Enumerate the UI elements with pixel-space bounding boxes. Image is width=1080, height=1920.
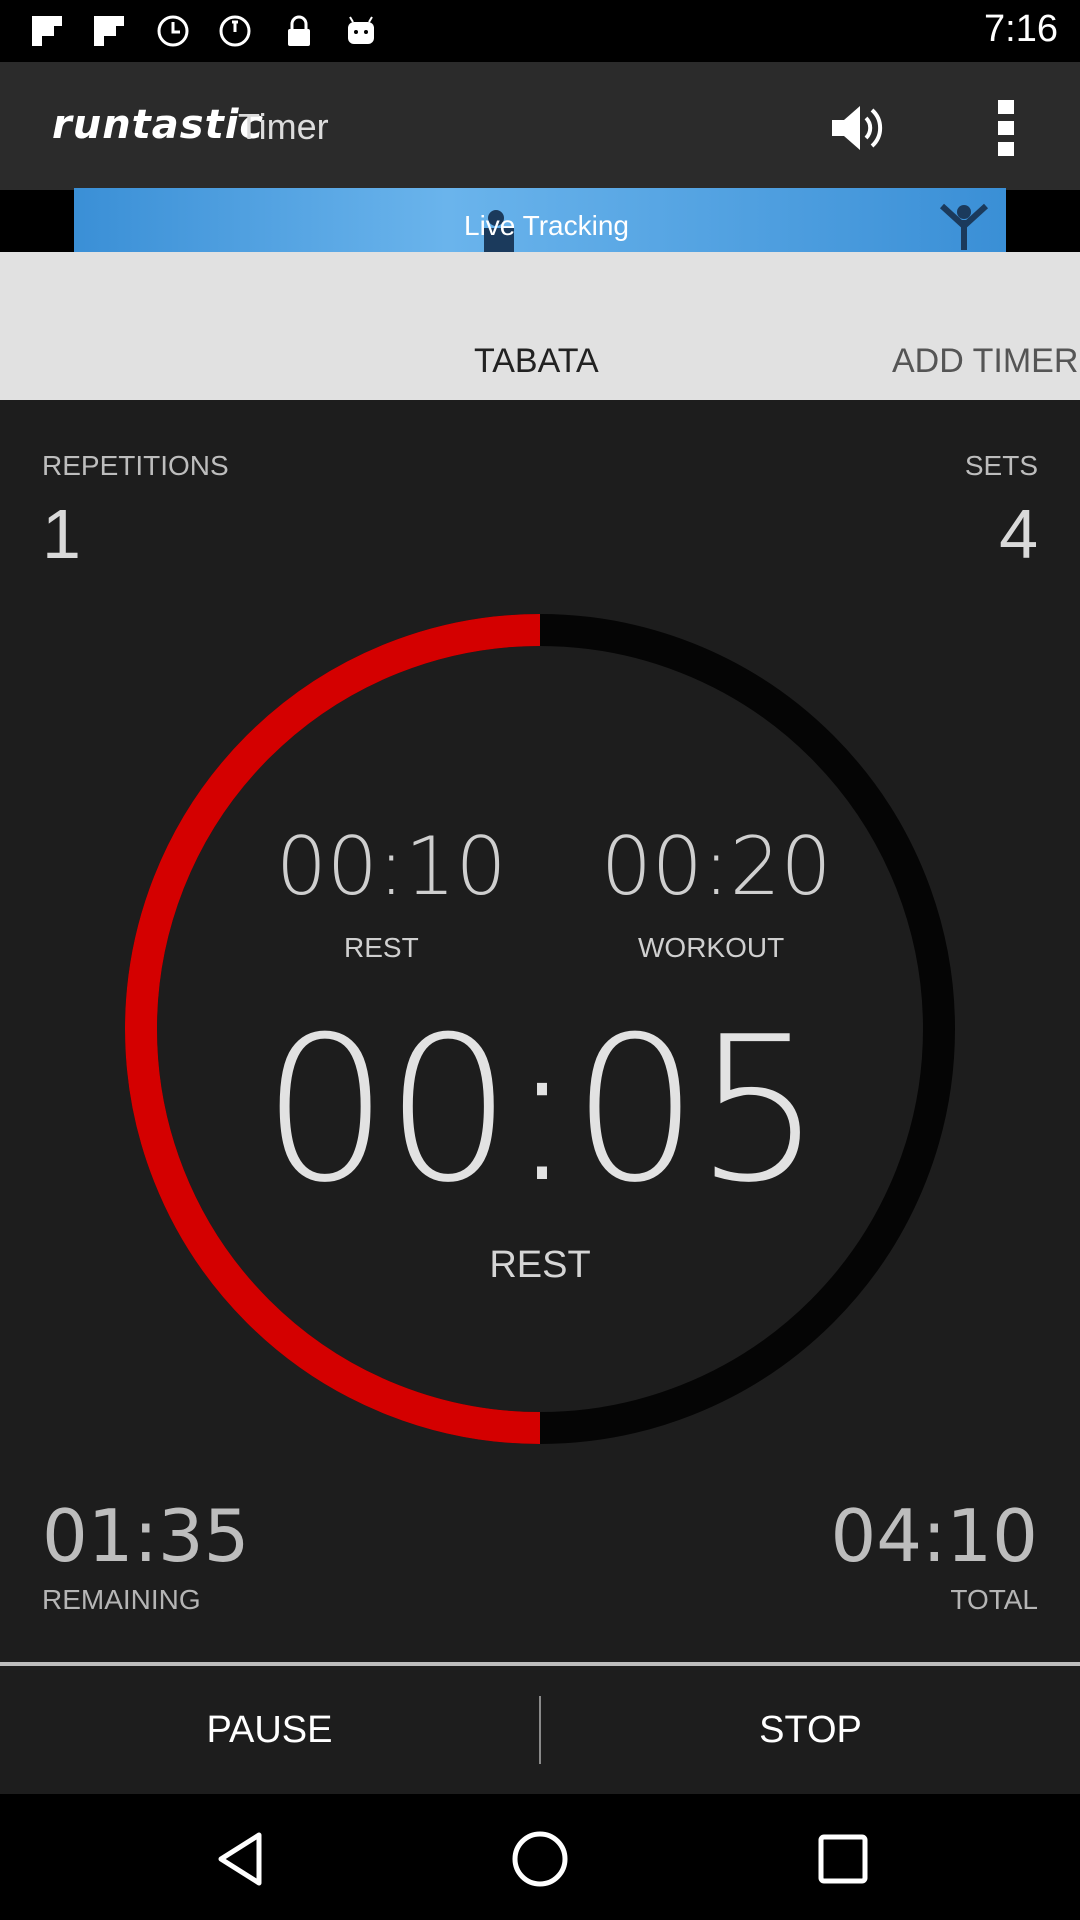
home-button[interactable]	[505, 1824, 575, 1894]
home-icon	[512, 1831, 568, 1887]
overflow-menu-icon	[998, 100, 1014, 156]
remaining-label: REMAINING	[42, 1584, 201, 1615]
recents-button[interactable]	[808, 1824, 878, 1894]
tab-tabata[interactable]: TABATA	[474, 342, 599, 381]
app-bar: runtastic Timer	[0, 62, 1080, 190]
total-label: TOTAL	[950, 1584, 1038, 1615]
android-icon	[348, 16, 374, 44]
pause-button[interactable]: PAUSE	[0, 1666, 539, 1794]
timer-panel: REPETITIONS 1 SETS 4 00:10 REST 00:20 WO…	[0, 400, 1080, 1662]
overflow-menu-button[interactable]	[968, 90, 1044, 166]
current-countdown: 00:05	[261, 994, 822, 1227]
app-title: Timer	[238, 106, 329, 147]
navigation-bar	[0, 1794, 1080, 1920]
timer-icon	[157, 15, 189, 47]
recents-icon	[818, 1834, 868, 1884]
timer-icon	[219, 15, 251, 47]
flipboard-icon	[32, 16, 62, 46]
ad-banner[interactable]: Live Tracking	[74, 188, 1006, 252]
lock-icon	[288, 15, 310, 46]
back-button[interactable]	[205, 1824, 275, 1894]
volume-icon	[832, 106, 883, 150]
ad-text: Live Tracking	[464, 210, 629, 241]
status-bar: 7:16	[0, 0, 1080, 62]
back-icon	[218, 1832, 262, 1886]
workout-interval-label: WORKOUT	[638, 932, 785, 963]
flipboard-icon	[94, 16, 124, 46]
rest-interval-label: REST	[344, 932, 419, 963]
ad-cheering-figure	[939, 203, 989, 250]
timer-tabs: TABATA ADD TIMER	[0, 252, 1080, 400]
current-phase-label: REST	[489, 1244, 591, 1286]
tab-add-timer[interactable]: ADD TIMER	[892, 342, 1078, 381]
action-bar: PAUSE STOP	[0, 1666, 1080, 1794]
stop-button[interactable]: STOP	[541, 1666, 1080, 1794]
status-clock: 7:16	[984, 8, 1058, 50]
runtastic-logo: runtastic	[52, 102, 265, 148]
workout-interval-time: 00:20	[601, 820, 832, 913]
rest-interval-time: 00:10	[276, 820, 507, 913]
remaining-time: 01:35	[42, 1494, 250, 1578]
total-time: 04:10	[830, 1494, 1039, 1578]
volume-button[interactable]	[820, 90, 896, 166]
